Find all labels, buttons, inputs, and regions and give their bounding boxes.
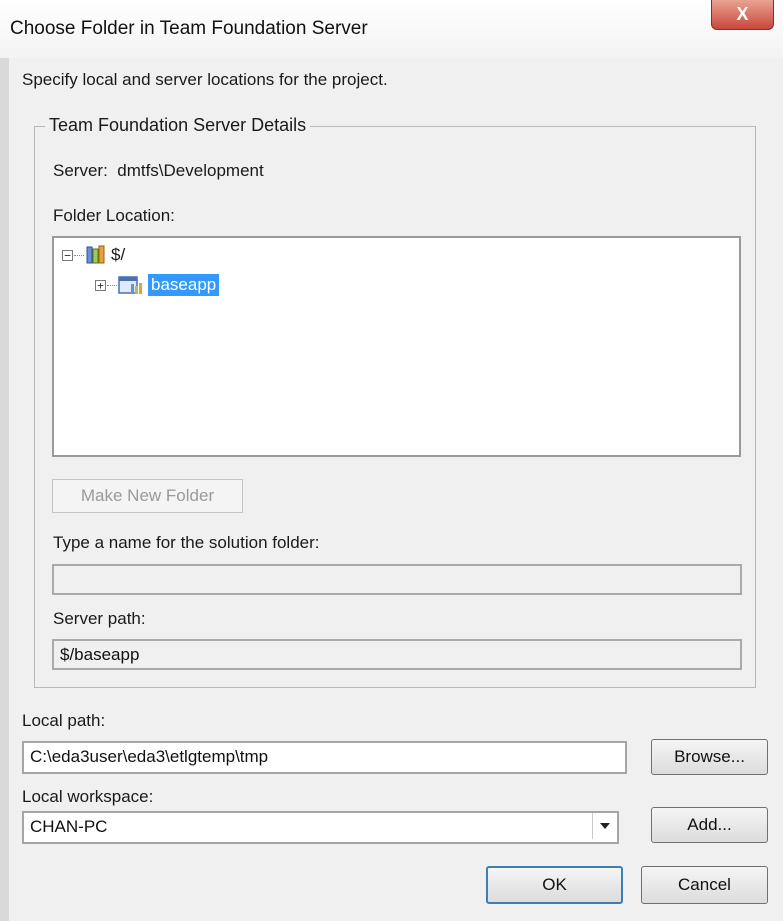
window-title: Choose Folder in Team Foundation Server (10, 18, 368, 39)
local-workspace-label: Local workspace: (22, 787, 154, 806)
ok-button[interactable]: OK (486, 866, 623, 904)
instructions-text: Specify local and server locations for t… (22, 70, 388, 89)
tree-node-label-selected[interactable]: baseapp (148, 274, 220, 296)
server-path-label: Server path: (53, 609, 146, 628)
close-button[interactable]: X (711, 0, 774, 30)
solution-folder-input[interactable] (52, 564, 742, 595)
title-bar: Choose Folder in Team Foundation Server … (0, 0, 783, 58)
collapse-icon[interactable]: − (62, 249, 73, 261)
add-workspace-button[interactable]: Add... (651, 807, 768, 843)
tree-node-baseapp[interactable]: + baseapp (95, 273, 220, 297)
groupbox-legend: Team Foundation Server Details (45, 115, 311, 136)
dropdown-arrow-icon[interactable] (592, 813, 617, 839)
close-icon: X (736, 4, 749, 24)
server-label: Server: (53, 161, 108, 180)
cancel-button[interactable]: Cancel (641, 866, 768, 904)
solution-folder-label: Type a name for the solution folder: (53, 533, 320, 552)
expand-icon[interactable]: + (95, 279, 106, 291)
browse-button[interactable]: Browse... (651, 739, 768, 775)
make-new-folder-button[interactable]: Make New Folder (52, 479, 243, 513)
local-workspace-select[interactable]: CHAN-PC (22, 811, 619, 844)
server-path-field[interactable]: $/baseapp (52, 639, 742, 670)
local-path-label: Local path: (22, 711, 106, 730)
window-left-frame (0, 58, 9, 921)
local-path-input[interactable]: C:\eda3user\eda3\etlgtemp\tmp (22, 741, 627, 774)
folder-location-label: Folder Location: (53, 206, 175, 225)
tree-node-root[interactable]: − $/ (62, 243, 125, 267)
team-project-icon (118, 274, 144, 296)
tree-node-label[interactable]: $/ (111, 245, 125, 265)
tfs-server-icon (85, 244, 107, 266)
folder-tree[interactable]: − $/ + baseapp (52, 236, 741, 457)
server-value: dmtfs\Development (117, 161, 264, 180)
server-info: Server: dmtfs\Development (53, 161, 264, 181)
